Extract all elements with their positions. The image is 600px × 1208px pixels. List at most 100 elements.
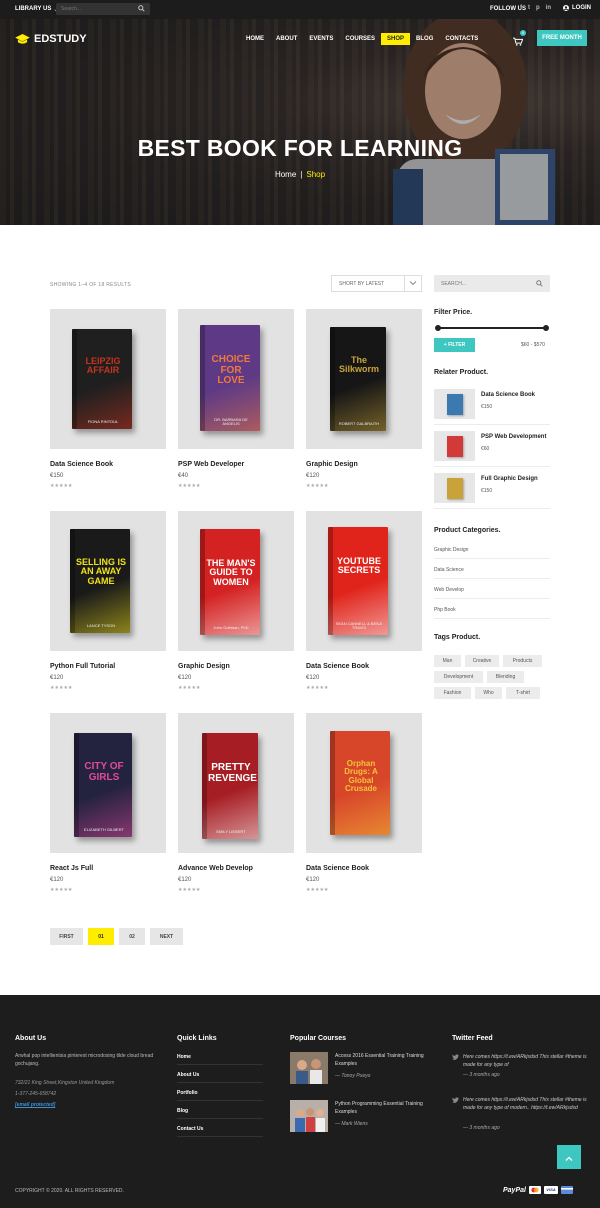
price-slider-min-handle[interactable] [435,325,441,331]
product-card[interactable]: CHOICE FOR LOVE DR. BARBARA DE ANGELIS PSP… [178,309,294,489]
tag-chip[interactable]: Creative [465,655,499,667]
product-image[interactable]: The Silkworm ROBERT GALBRAITH [306,309,422,449]
site-logo[interactable]: EDSTUDY [15,33,87,45]
search-icon[interactable] [138,5,145,12]
product-card[interactable]: PRETTY REVENGE EMILY LIEBERT Advance Web D… [178,713,294,893]
nav-blog[interactable]: BLOG [410,33,439,45]
library-label: LIBRARY US [15,6,52,12]
product-card[interactable]: Orphan Drugs: A Global Crusade Data Scien… [306,713,422,893]
product-card[interactable]: THE MAN'S GUIDE TO WOMEN John Gottman, Ph… [178,511,294,691]
book-cover: CITY OF GIRLS ELIZABETH GILBERT [74,733,132,837]
price-slider-max-handle[interactable] [543,325,549,331]
tag-chip[interactable]: Blending [487,671,524,683]
product-card[interactable]: The Silkworm ROBERT GALBRAITH Graphic Desi… [306,309,422,489]
scroll-to-top-button[interactable] [557,1145,581,1169]
course-author: — Mark Wiens [335,1121,368,1127]
quick-link-divider [177,1082,263,1083]
nav-courses[interactable]: COURSES [339,33,381,45]
product-name[interactable]: Python Full Tutorial [50,663,115,670]
related-item[interactable]: Data Science Book €150 [434,389,550,419]
page-2-button[interactable]: 02 [119,928,145,945]
category-link[interactable]: Web Develop [434,587,464,593]
product-image[interactable]: CHOICE FOR LOVE DR. BARBARA DE ANGELIS [178,309,294,449]
product-price: €120 [306,473,320,479]
price-slider[interactable] [435,325,549,331]
category-link[interactable]: Graphic Design [434,547,468,553]
sidebar-search [434,275,550,292]
sort-label: SHORT BY LATEST [339,281,385,287]
product-image[interactable]: LEIPZIG AFFAIR FIONA RINTOUL [50,309,166,449]
product-name[interactable]: React Js Full [50,865,93,872]
quick-link[interactable]: Contact Us [177,1126,263,1132]
category-link[interactable]: Data Science [434,567,464,573]
product-name[interactable]: Graphic Design [306,461,358,468]
nav-events[interactable]: EVENTS [303,33,339,45]
product-price: €120 [178,877,192,883]
library-dropdown[interactable]: LIBRARY US ⌄ [15,6,58,13]
nav-home[interactable]: HOME [240,33,270,45]
product-card[interactable]: CITY OF GIRLS ELIZABETH GILBERT React Js F… [50,713,166,893]
footer: About Us Arwhal pop intellientsia pinter… [0,995,600,1208]
product-rating: ★★★★★ [50,483,73,489]
tag-chip[interactable]: Products [503,655,542,667]
cart-button[interactable]: 0 [513,30,526,46]
related-price: €60 [481,446,490,452]
product-image[interactable]: SELLING IS AN AWAY GAME LANCE TYSON [50,511,166,651]
nav-shop[interactable]: SHOP [381,33,411,45]
quick-link[interactable]: About Us [177,1072,263,1078]
product-name[interactable]: Data Science Book [306,663,369,670]
login-link[interactable]: LOGIN [563,5,591,11]
product-name[interactable]: PSP Web Developer [178,461,244,468]
product-card[interactable]: YOUTUBE SECRETS SEAN CANNELL & BENJI TRAV… [306,511,422,691]
tag-chip[interactable]: Man [434,655,461,667]
product-name[interactable]: Graphic Design [178,663,230,670]
chevron-down-icon [409,281,417,286]
quick-link-divider [177,1100,263,1101]
nav-contacts[interactable]: CONTACTS [439,33,484,45]
nav-about[interactable]: ABOUT [270,33,303,45]
page-1-button[interactable]: 01 [88,928,114,945]
related-book [447,478,463,499]
search-icon[interactable] [536,280,543,287]
popular-course[interactable]: Access 2016 Essential Training Training … [290,1052,430,1086]
linkedin-icon[interactable]: in [546,5,551,11]
twitter-icon [452,1054,459,1060]
tag-chip[interactable]: T-shirt [506,687,540,699]
product-card[interactable]: LEIPZIG AFFAIR FIONA RINTOUL Data Science … [50,309,166,489]
product-image[interactable]: YOUTUBE SECRETS SEAN CANNELL & BENJI TRAV… [306,511,422,651]
filter-button[interactable]: + FILTER [434,338,475,352]
twitter-icon[interactable]: t [528,5,530,11]
category-link[interactable]: Php Book [434,607,456,613]
product-image[interactable]: THE MAN'S GUIDE TO WOMEN John Gottman, Ph… [178,511,294,651]
free-month-button[interactable]: FREE MONTH [537,30,587,46]
top-search-input[interactable] [61,5,131,13]
quick-link[interactable]: Portfolio [177,1090,263,1096]
product-name[interactable]: Advance Web Develop [178,865,253,872]
tag-chip[interactable]: Development [434,671,483,683]
product-card[interactable]: SELLING IS AN AWAY GAME LANCE TYSON Python… [50,511,166,691]
breadcrumb-home[interactable]: Home [275,170,296,179]
sort-select[interactable]: SHORT BY LATEST [331,275,422,292]
product-name[interactable]: Data Science Book [306,865,369,872]
product-name[interactable]: Data Science Book [50,461,113,468]
quick-link[interactable]: Blog [177,1108,263,1114]
related-item[interactable]: Full Graphic Design €150 [434,473,550,503]
related-item[interactable]: PSP Web Development €60 [434,431,550,461]
product-image[interactable]: CITY OF GIRLS ELIZABETH GILBERT [50,713,166,853]
page-next-button[interactable]: NEXT [150,928,183,945]
product-image[interactable]: PRETTY REVENGE EMILY LIEBERT [178,713,294,853]
facebook-icon[interactable]: f [520,5,522,11]
tag-chip[interactable]: Fashion [434,687,471,699]
footer-email-link[interactable]: [email protected] [15,1102,55,1110]
book-spine [330,731,335,835]
user-icon [563,5,569,11]
logo-text: EDSTUDY [34,33,87,45]
sidebar-search-input[interactable] [441,279,521,288]
product-image[interactable]: Orphan Drugs: A Global Crusade [306,713,422,853]
quick-link[interactable]: Home [177,1054,263,1060]
tag-chip[interactable]: Who [475,687,502,699]
page-first-button[interactable]: FIRST [50,928,83,945]
popular-course[interactable]: Python Programming Essential Training Ex… [290,1100,430,1134]
breadcrumb: Home | Shop [0,170,600,179]
pinterest-icon[interactable]: p [536,5,540,11]
